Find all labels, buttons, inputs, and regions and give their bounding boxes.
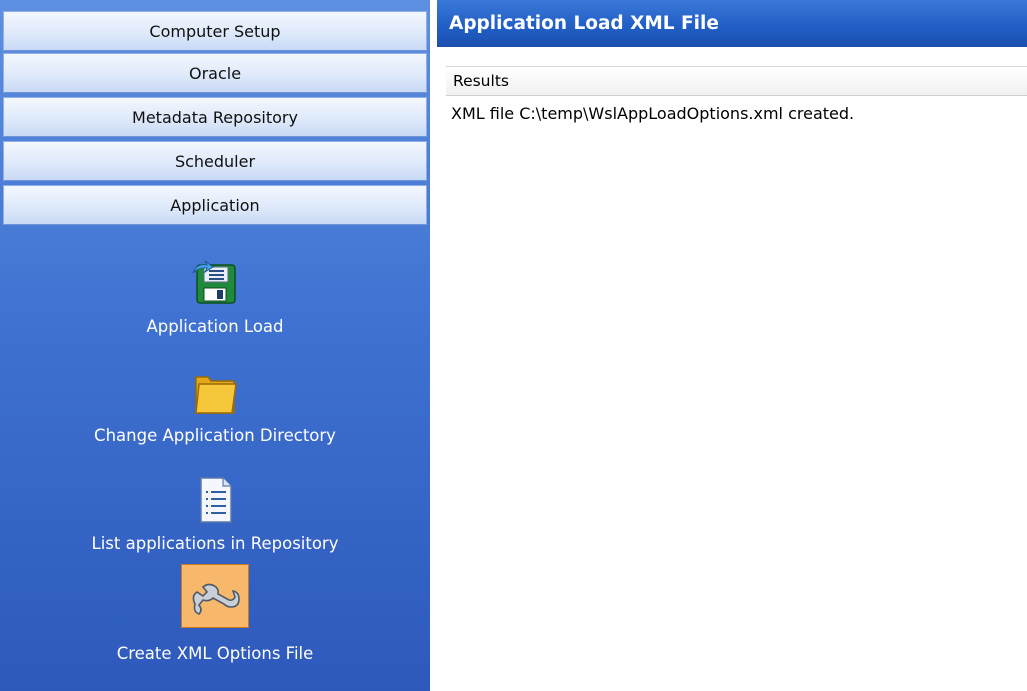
folder-icon — [181, 360, 249, 424]
page-title: Application Load XML File — [437, 0, 1027, 47]
nav-item-label: Change Application Directory — [94, 426, 336, 445]
results-column-header[interactable]: Results — [446, 66, 1027, 96]
nav-section-scheduler[interactable]: Scheduler — [3, 141, 427, 181]
application-load-icon — [181, 251, 249, 315]
nav-section-metadata-repository[interactable]: Metadata Repository — [3, 97, 427, 137]
nav-item-label: Create XML Options File — [116, 644, 314, 663]
left-navigation-panel: Computer Setup Oracle Metadata Repositor… — [0, 0, 430, 691]
nav-item-application-load[interactable]: Application Load — [0, 243, 430, 349]
nav-item-list-applications[interactable]: List applications in Repository — [0, 460, 430, 566]
nav-item-change-application-directory[interactable]: Change Application Directory — [0, 352, 430, 458]
nav-item-label: List applications in Repository — [91, 534, 339, 553]
nav-section-application[interactable]: Application — [3, 185, 427, 225]
results-line: XML file C:\temp\WslAppLoadOptions.xml c… — [451, 104, 855, 123]
wrench-icon — [181, 564, 249, 628]
nav-item-label: Application Load — [146, 317, 284, 336]
nav-section-computer-setup[interactable]: Computer Setup — [3, 11, 427, 51]
document-list-icon — [181, 468, 249, 532]
nav-section-oracle[interactable]: Oracle — [3, 53, 427, 93]
nav-item-create-xml-options-file[interactable]: Create XML Options File — [0, 562, 430, 668]
